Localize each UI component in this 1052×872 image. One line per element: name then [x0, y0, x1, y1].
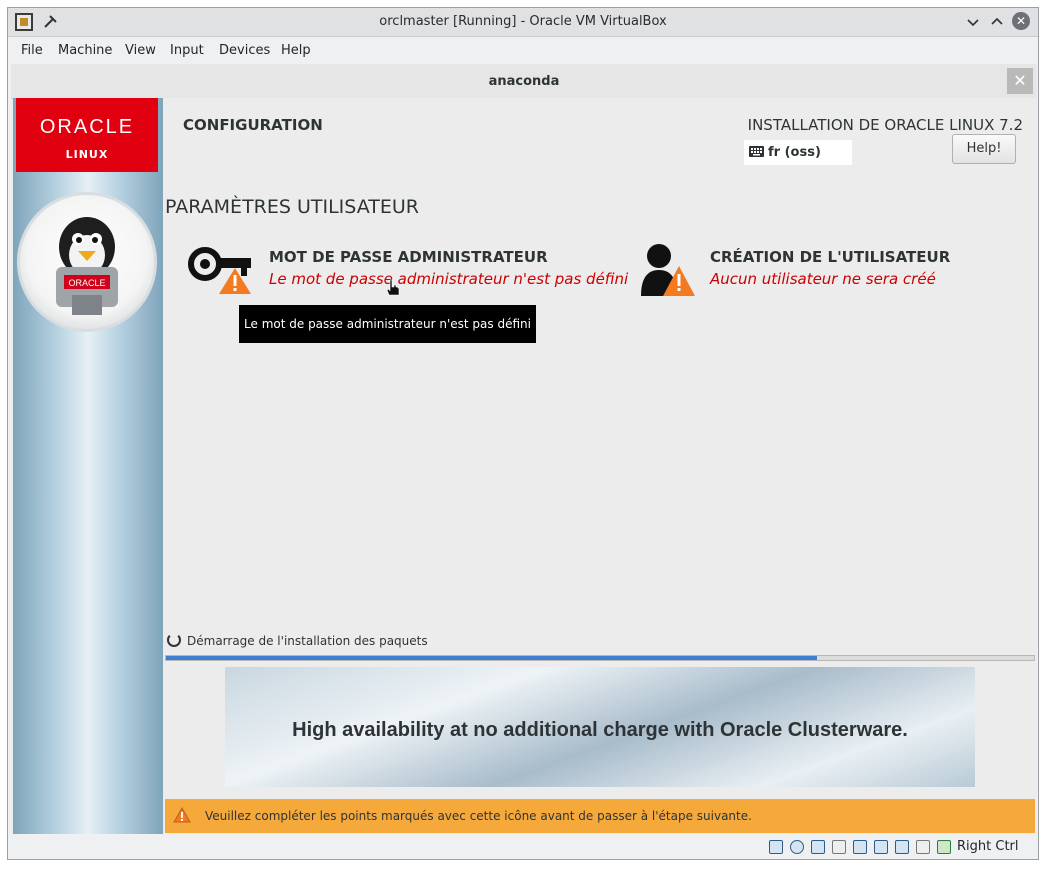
banner-text: High availability at no additional charg…: [292, 719, 908, 741]
menu-machine[interactable]: Machine: [58, 43, 112, 58]
mouse-integration-icon[interactable]: [916, 840, 930, 854]
oracle-linux-logo: ORACLE LINUX: [16, 98, 158, 172]
user-creation-status: Aucun utilisateur ne sera créé: [710, 270, 936, 288]
mascot-badge: ORACLE: [68, 278, 105, 288]
anaconda-title-bar: anaconda ✕: [11, 64, 1037, 99]
window-close-button[interactable]: ✕: [1012, 12, 1030, 30]
tux-mascot-image: ORACLE: [17, 192, 157, 332]
anaconda-content: CONFIGURATION INSTALLATION DE ORACLE LIN…: [163, 98, 1037, 834]
menu-help[interactable]: Help: [281, 43, 311, 58]
minimize-button[interactable]: [964, 13, 982, 31]
keyboard-capture-icon[interactable]: [937, 840, 951, 854]
anaconda-close-button[interactable]: ✕: [1007, 68, 1033, 94]
section-heading: CONFIGURATION: [183, 116, 323, 134]
root-password-title: MOT DE PASSE ADMINISTRATEUR: [269, 248, 548, 266]
root-password-tooltip: Le mot de passe administrateur n'est pas…: [239, 305, 536, 343]
user-settings-heading: PARAMÈTRES UTILISATEUR: [165, 196, 419, 218]
logo-linux-text: LINUX: [65, 148, 109, 161]
keyboard-layout-indicator[interactable]: fr (oss): [744, 140, 852, 165]
logo-oracle-text: ORACLE: [39, 116, 135, 138]
warning-bar: Veuillez compléter les points marqués av…: [165, 799, 1035, 833]
video-capture-icon[interactable]: [874, 840, 888, 854]
root-password-status: Le mot de passe administrateur n'est pas…: [269, 270, 629, 288]
host-key-label: Right Ctrl: [957, 839, 1019, 854]
menu-file[interactable]: File: [21, 43, 43, 58]
progress-label: Démarrage de l'installation des paquets: [187, 634, 428, 648]
title-bar: orclmaster [Running] - Oracle VM Virtual…: [8, 8, 1038, 37]
display-icon[interactable]: [853, 840, 867, 854]
spinner-icon: [167, 633, 181, 647]
vm-display[interactable]: anaconda ✕ ORACLE LINUX ORACLE CONFIGURA…: [11, 64, 1037, 834]
key-warning-icon: [187, 244, 253, 296]
window-title: orclmaster [Running] - Oracle VM Virtual…: [379, 14, 667, 29]
help-button[interactable]: Help!: [952, 134, 1016, 164]
keyboard-layout-label: fr (oss): [768, 145, 821, 160]
anaconda-sidebar: ORACLE LINUX ORACLE: [13, 98, 163, 834]
usb-icon[interactable]: [895, 840, 909, 854]
warning-icon: [173, 806, 191, 823]
user-creation-spoke[interactable]: CRÉATION DE L'UTILISATEUR Aucun utilisat…: [639, 240, 1029, 296]
product-heading: INSTALLATION DE ORACLE LINUX 7.2: [747, 116, 1023, 134]
user-creation-title: CRÉATION DE L'UTILISATEUR: [710, 248, 951, 266]
keyboard-icon: [749, 146, 764, 157]
virtualbox-window: orclmaster [Running] - Oracle VM Virtual…: [7, 7, 1039, 860]
user-warning-icon: [639, 242, 695, 298]
menu-view[interactable]: View: [125, 43, 156, 58]
hard-disk-icon[interactable]: [769, 840, 783, 854]
hand-cursor-icon: [385, 278, 401, 298]
progress-fill: [166, 656, 817, 660]
install-progress-bar: [165, 655, 1035, 661]
vm-status-bar: Right Ctrl: [8, 834, 1038, 860]
maximize-button[interactable]: [988, 13, 1006, 31]
optical-drive-icon[interactable]: [790, 840, 804, 854]
menu-input[interactable]: Input: [170, 43, 204, 58]
shared-folders-icon[interactable]: [832, 840, 846, 854]
anaconda-title: anaconda: [488, 74, 560, 89]
menu-devices[interactable]: Devices: [219, 43, 270, 58]
network-icon[interactable]: [811, 840, 825, 854]
promo-banner: High availability at no additional charg…: [225, 667, 975, 787]
warning-text: Veuillez compléter les points marqués av…: [205, 809, 752, 823]
menu-bar: File Machine View Input Devices Help: [8, 37, 1038, 63]
